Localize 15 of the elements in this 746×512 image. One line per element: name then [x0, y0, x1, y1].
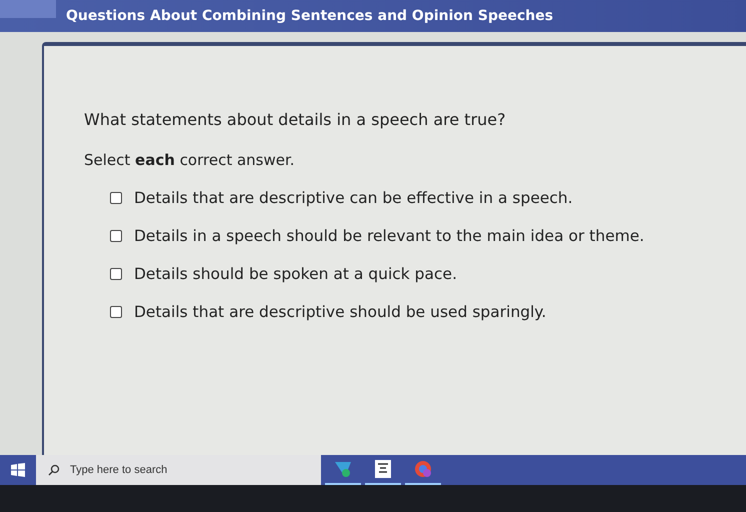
document-icon[interactable]	[375, 460, 391, 478]
question-prompt: What statements about details in a speech are true?	[84, 110, 507, 129]
answer-option[interactable]: Details that are descriptive can be effective in a speech.	[110, 189, 746, 207]
answer-option[interactable]: Details that are descriptive should be used sparingly.	[110, 303, 746, 321]
answer-option[interactable]: Details in a speech should be relevant to the main idea or theme.	[110, 227, 746, 245]
answer-option[interactable]: Details should be spoken at a quick pace.	[110, 265, 746, 283]
checkbox[interactable]	[110, 192, 122, 204]
logo	[0, 0, 56, 18]
windows-logo-icon[interactable]	[11, 463, 25, 477]
checkbox[interactable]	[110, 230, 122, 242]
checkbox[interactable]	[110, 268, 122, 280]
checkbox[interactable]	[110, 306, 122, 318]
page-title: Questions About Combining Sentences and Opinion Speeches	[66, 8, 554, 24]
search-field[interactable]: Type here to search	[36, 455, 321, 485]
instruction-text: Select each correct answer.	[84, 151, 296, 169]
